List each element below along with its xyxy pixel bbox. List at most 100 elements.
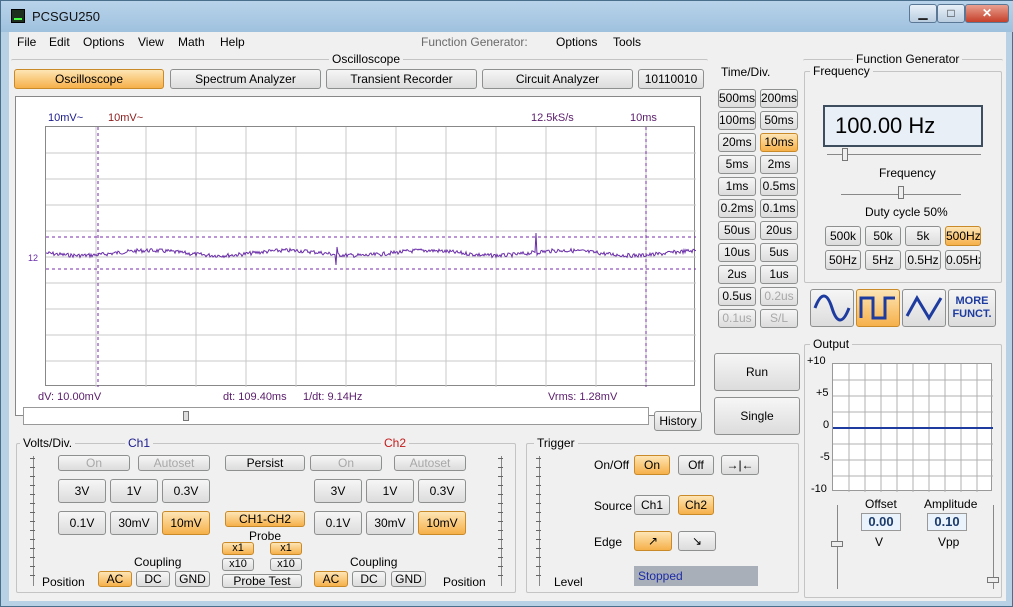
menu-tools[interactable]: Tools [613,35,641,49]
timediv-20ms-button[interactable]: 20ms [718,133,756,152]
ch2-1v-button[interactable]: 1V [366,479,414,503]
tab-transient-recorder[interactable]: Transient Recorder [326,69,477,89]
menu-options[interactable]: Options [83,35,124,49]
menu-edit[interactable]: Edit [49,35,70,49]
range-500hz-button[interactable]: 500Hz [945,226,981,246]
triangle-wave-button[interactable] [902,289,946,327]
timediv-0.2us-button[interactable]: 0.2us [760,287,798,306]
history-button[interactable]: History [654,411,702,431]
offset-slider-thumb[interactable] [831,541,843,547]
range-50k-button[interactable]: 50k [865,226,901,246]
range-5hz-button[interactable]: 5Hz [865,250,901,270]
ch2-30mv-button[interactable]: 30mV [366,511,414,535]
ch2-dc-button[interactable]: DC [352,571,386,587]
falling-edge-button[interactable]: ↘ [678,531,716,551]
ch2-3v-button[interactable]: 3V [314,479,362,503]
ch1-probe-x1[interactable]: x1 [222,542,254,555]
timediv-10ms-button[interactable]: 10ms [760,133,798,152]
timediv-0.5ms-button[interactable]: 0.5ms [760,177,798,196]
ch1-gnd-button[interactable]: GND [175,571,210,587]
range-0.5hz-button[interactable]: 0.5Hz [905,250,941,270]
ch1-probe-x10[interactable]: x10 [222,558,254,571]
more-functions-button[interactable]: MORE FUNCT. [948,289,996,327]
ch1-on-button[interactable]: On [58,455,130,471]
probe-test-button[interactable]: Probe Test [222,574,302,588]
square-wave-button[interactable] [856,289,900,327]
scope-plot-area[interactable] [45,126,697,387]
tab-oscilloscope[interactable]: Oscilloscope [14,69,164,89]
ch2-autoset-button[interactable]: Autoset [394,455,466,471]
duty-cycle-slider-thumb[interactable] [898,186,904,199]
title-bar[interactable]: PCSGU250 ▁ □ ✕ [1,1,1013,32]
rising-edge-button[interactable]: ↗ [634,531,672,551]
run-button[interactable]: Run [714,353,800,391]
timediv-10us-button[interactable]: 10us [718,243,756,262]
range-500k-button[interactable]: 500k [825,226,861,246]
range-50hz-button[interactable]: 50Hz [825,250,861,270]
menu-help[interactable]: Help [220,35,245,49]
timediv-1us-button[interactable]: 1us [760,265,798,284]
ch2-0.1v-button[interactable]: 0.1V [314,511,362,535]
menu-math[interactable]: Math [178,35,205,49]
ch2-ac-button[interactable]: AC [314,571,348,587]
timediv-S-L-button[interactable]: S/L [760,309,798,328]
trigger-center-button[interactable]: →|← [721,455,759,475]
ch1-dc-button[interactable]: DC [136,571,170,587]
timediv-2ms-button[interactable]: 2ms [760,155,798,174]
amplitude-value[interactable]: 0.10 [927,513,967,531]
timediv-100ms-button[interactable]: 100ms [718,111,756,130]
timediv-1ms-button[interactable]: 1ms [718,177,756,196]
history-scroll-thumb[interactable] [183,411,189,421]
amplitude-slider-thumb[interactable] [987,577,999,583]
ch1-10mv-button[interactable]: 10mV [162,511,210,535]
tab-logic-analyzer[interactable]: 10110010 [638,69,704,89]
frequency-slider-thumb[interactable] [842,148,848,161]
ch2-probe-x1[interactable]: x1 [270,542,302,555]
tab-spectrum-analyzer[interactable]: Spectrum Analyzer [170,69,321,89]
ch2-0.3v-button[interactable]: 0.3V [418,479,466,503]
range-5k-button[interactable]: 5k [905,226,941,246]
timediv-5us-button[interactable]: 5us [760,243,798,262]
trigger-on-button[interactable]: On [634,455,670,475]
range-0.05hz-button[interactable]: 0.05Hz [945,250,981,270]
ch1-autoset-button[interactable]: Autoset [138,455,210,471]
timediv-0.1ms-button[interactable]: 0.1ms [760,199,798,218]
ch2-10mv-button[interactable]: 10mV [418,511,466,535]
ch1-ch2-math-button[interactable]: CH1-CH2 [225,511,305,527]
frequency-slider[interactable] [827,154,981,155]
menu-file[interactable]: File [17,35,36,49]
scope-display[interactable]: 10mV~ 10mV~ 12.5kS/s 10ms 12 dV: 10.00mV… [15,96,701,416]
persist-button[interactable]: Persist [225,455,305,471]
history-scrollbar[interactable] [23,407,649,425]
timediv-50ms-button[interactable]: 50ms [760,111,798,130]
offset-value[interactable]: 0.00 [861,513,901,531]
ch2-probe-x10[interactable]: x10 [270,558,302,571]
ch1-ac-button[interactable]: AC [98,571,132,587]
timediv-0.5us-button[interactable]: 0.5us [718,287,756,306]
ch2-gnd-button[interactable]: GND [391,571,426,587]
timediv-20us-button[interactable]: 20us [760,221,798,240]
ch1-0.3v-button[interactable]: 0.3V [162,479,210,503]
ch1-1v-button[interactable]: 1V [110,479,158,503]
ch1-3v-button[interactable]: 3V [58,479,106,503]
minimize-button[interactable]: ▁ [909,4,937,23]
timediv-500ms-button[interactable]: 500ms [718,89,756,108]
timediv-0.1us-button[interactable]: 0.1us [718,309,756,328]
maximize-button[interactable]: □ [937,4,965,23]
tab-circuit-analyzer[interactable]: Circuit Analyzer [482,69,633,89]
menu-view[interactable]: View [138,35,164,49]
timediv-5ms-button[interactable]: 5ms [718,155,756,174]
trigger-off-button[interactable]: Off [678,455,714,475]
menu-fg-options[interactable]: Options [556,35,597,49]
ch2-on-button[interactable]: On [310,455,382,471]
ch1-0.1v-button[interactable]: 0.1V [58,511,106,535]
ch1-30mv-button[interactable]: 30mV [110,511,158,535]
sine-wave-button[interactable] [810,289,854,327]
timediv-2us-button[interactable]: 2us [718,265,756,284]
timediv-0.2ms-button[interactable]: 0.2ms [718,199,756,218]
single-button[interactable]: Single [714,397,800,435]
trigger-source-ch1[interactable]: Ch1 [634,495,670,515]
offset-slider[interactable] [837,505,838,589]
timediv-50us-button[interactable]: 50us [718,221,756,240]
close-button[interactable]: ✕ [965,4,1009,23]
